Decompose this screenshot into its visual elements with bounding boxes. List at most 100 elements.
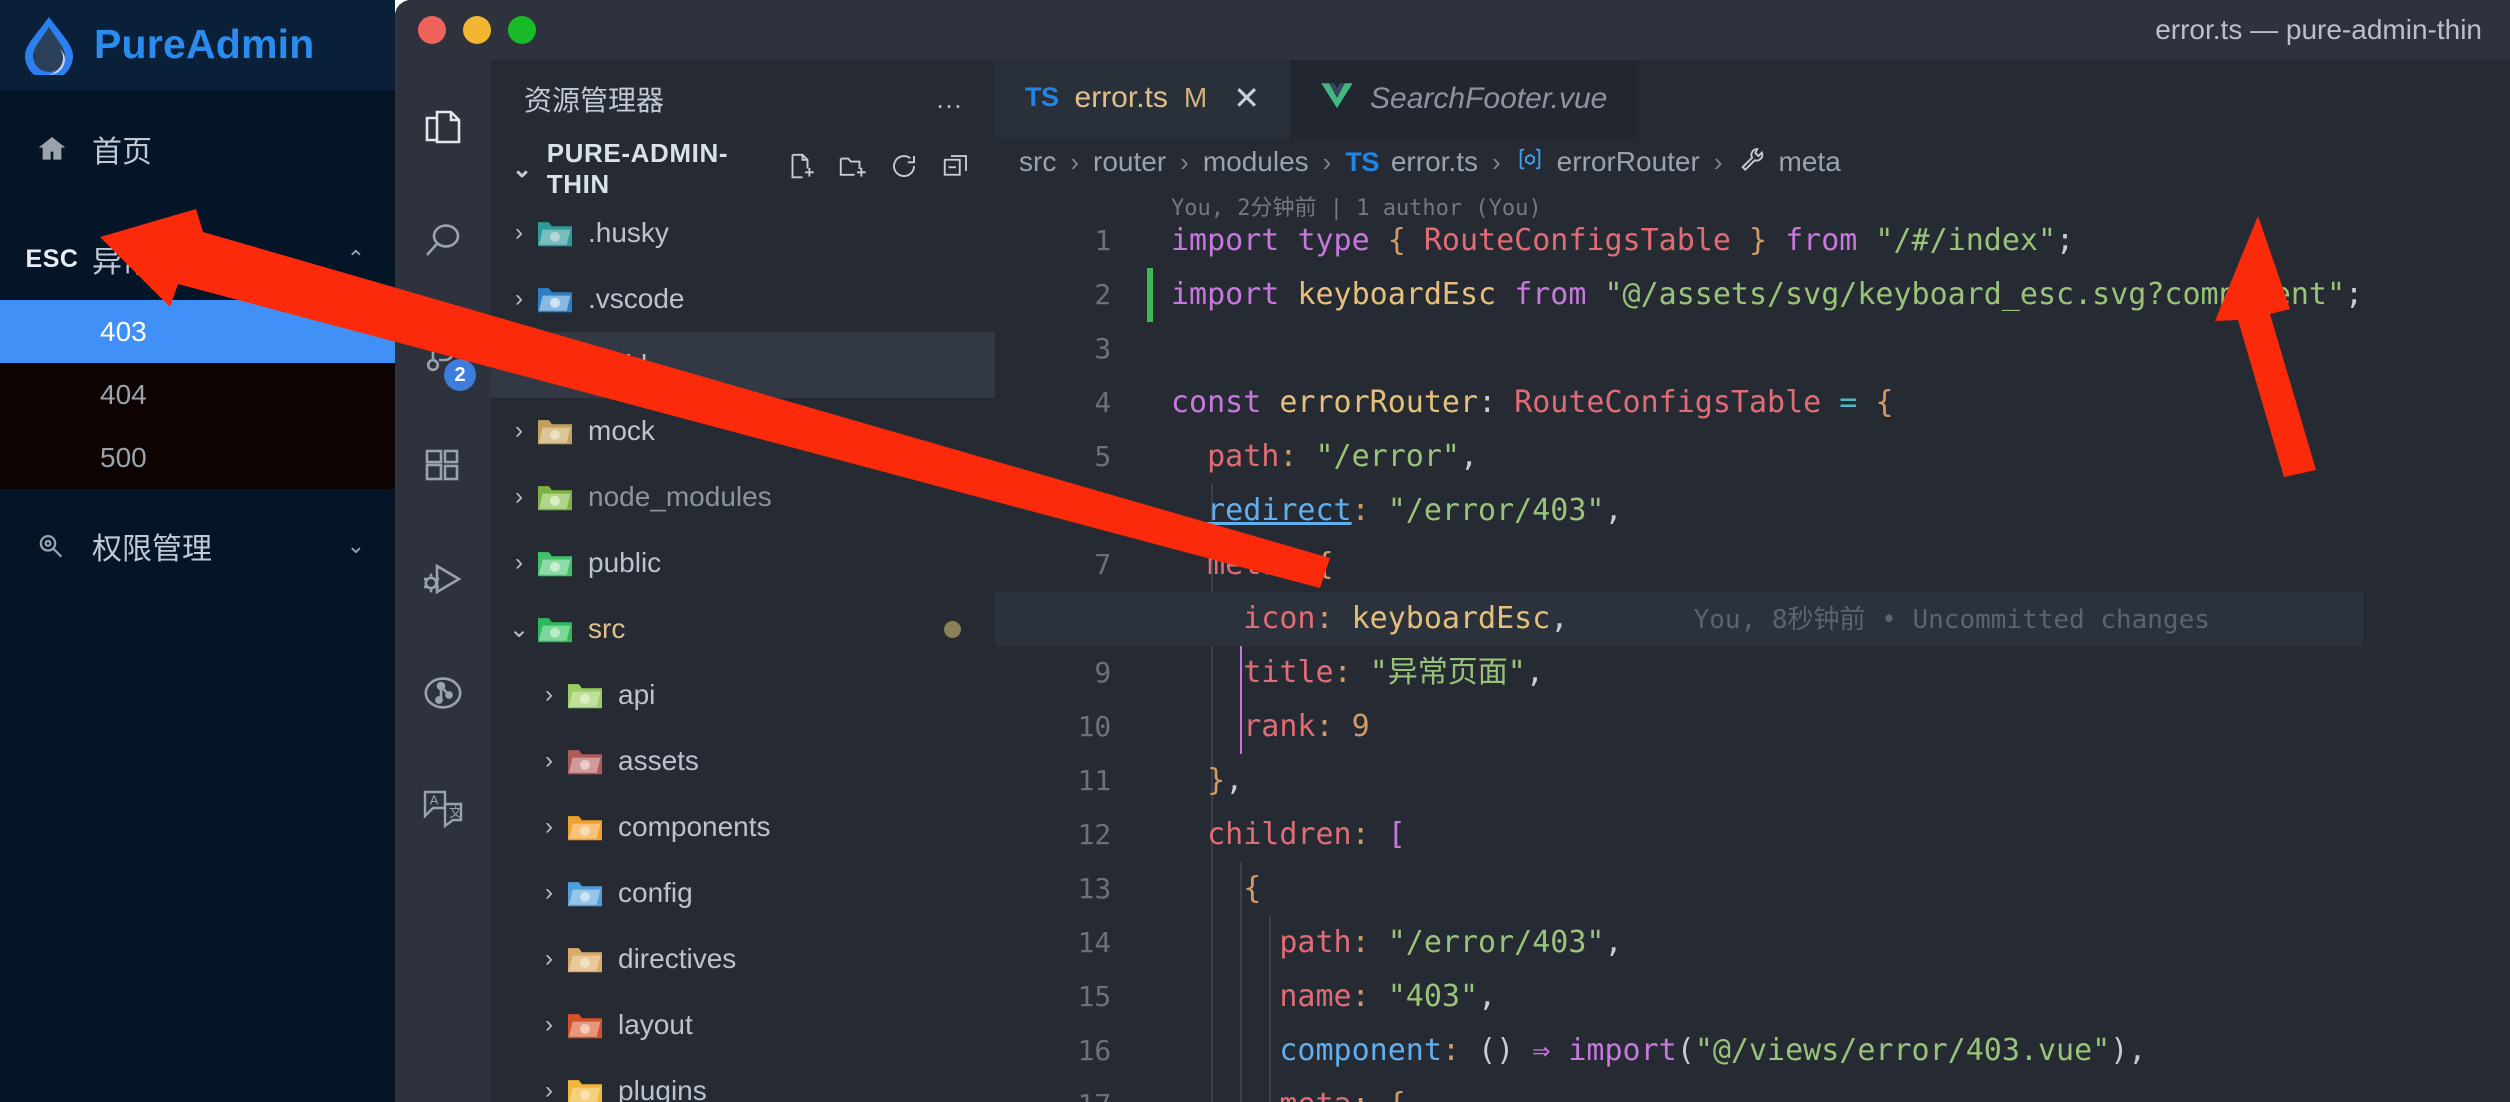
build-folder-icon bbox=[536, 348, 574, 382]
tree-row[interactable]: › api bbox=[490, 662, 995, 728]
activity-explorer-button[interactable] bbox=[395, 74, 490, 187]
tab-modified-badge: M bbox=[1183, 81, 1208, 113]
tree-row[interactable]: › layout bbox=[490, 992, 995, 1058]
chevron-right-icon[interactable]: › bbox=[502, 483, 536, 511]
tree-row-label: layout bbox=[618, 1009, 693, 1040]
chevron-right-icon[interactable]: › bbox=[502, 219, 536, 247]
tree-row[interactable]: › node_modules bbox=[490, 464, 995, 530]
editor-tabs: TS error.ts M ✕ SearchFooter.vue bbox=[995, 60, 2510, 138]
symbol-property-icon bbox=[1737, 145, 1767, 180]
source-control-badge: 2 bbox=[444, 359, 476, 391]
breadcrumb-item-meta[interactable]: meta bbox=[1779, 146, 1841, 178]
close-window-button[interactable] bbox=[418, 16, 446, 44]
tree-row[interactable]: › .husky bbox=[490, 200, 995, 266]
chevron-right-icon[interactable]: › bbox=[502, 417, 536, 445]
chevron-right-icon[interactable]: › bbox=[532, 747, 566, 775]
sidebar-item-404[interactable]: 404 bbox=[0, 363, 395, 426]
chevron-down-icon[interactable]: ⌄ bbox=[347, 533, 365, 559]
sidebar-item-home[interactable]: 首页 bbox=[0, 108, 395, 190]
sidebar-group-error-pages[interactable]: ESC 异常页面 ⌃ bbox=[0, 218, 395, 300]
file-tree: › .husky › .vscode › build › mock › node_modules ›… bbox=[490, 200, 995, 1102]
activity-run-debug-button[interactable] bbox=[395, 526, 490, 639]
tree-row[interactable]: › public bbox=[490, 530, 995, 596]
public-folder-icon bbox=[536, 546, 574, 580]
refresh-icon[interactable] bbox=[889, 151, 919, 188]
chevron-right-icon[interactable]: › bbox=[532, 945, 566, 973]
husky-folder-icon bbox=[536, 216, 574, 250]
tree-row[interactable]: › components bbox=[490, 794, 995, 860]
chevron-right-icon[interactable]: › bbox=[502, 549, 536, 577]
sidebar-item-404-label: 404 bbox=[100, 378, 147, 410]
tree-row-label: .husky bbox=[588, 217, 669, 248]
activity-i18n-button[interactable]: A 文 bbox=[395, 752, 490, 865]
chevron-right-icon[interactable]: › bbox=[532, 1011, 566, 1039]
pureadmin-logo-icon bbox=[22, 15, 76, 80]
sidebar-submenu-error-pages: 403 404 500 bbox=[0, 300, 395, 489]
tab-error-ts[interactable]: TS error.ts M ✕ bbox=[995, 60, 1291, 138]
git-modified-dot bbox=[944, 620, 961, 638]
app-sidebar: PureAdmin 首页 ESC 异常页面 ⌃ 403 404 500 权限管理… bbox=[0, 0, 395, 1102]
node-folder-icon bbox=[536, 480, 574, 514]
tree-row-label: mock bbox=[588, 415, 655, 446]
app-logo-text: PureAdmin bbox=[94, 21, 315, 67]
breadcrumb-item-router[interactable]: router bbox=[1093, 146, 1166, 178]
new-folder-icon[interactable] bbox=[837, 151, 867, 188]
code-content[interactable]: import type { RouteConfigsTable } from "… bbox=[995, 214, 2364, 1102]
breadcrumb-item-src[interactable]: src bbox=[1019, 146, 1056, 178]
explorer-more-icon[interactable]: … bbox=[935, 83, 967, 115]
chevron-right-icon[interactable]: › bbox=[532, 681, 566, 709]
tree-row[interactable]: › build bbox=[490, 332, 995, 398]
breadcrumb-item-modules[interactable]: modules bbox=[1203, 146, 1309, 178]
svg-text:A: A bbox=[429, 792, 438, 807]
close-icon[interactable]: ✕ bbox=[1233, 79, 1260, 117]
tree-row[interactable]: ⌄ src bbox=[490, 596, 995, 662]
app-logo-bar[interactable]: PureAdmin bbox=[0, 0, 395, 90]
ts-file-icon: TS bbox=[1025, 82, 1059, 112]
sidebar-item-500[interactable]: 500 bbox=[0, 426, 395, 489]
chevron-right-icon[interactable]: › bbox=[502, 285, 536, 313]
activity-testing-button[interactable] bbox=[395, 639, 490, 752]
explorer-header: 资源管理器 … bbox=[490, 60, 995, 138]
breadcrumb-item-error-ts[interactable]: error.ts bbox=[1391, 146, 1478, 178]
components-folder-icon bbox=[566, 810, 604, 844]
breadcrumb-separator-icon: › bbox=[1713, 146, 1723, 177]
sidebar-item-403[interactable]: 403 bbox=[0, 300, 395, 363]
api-folder-icon bbox=[566, 678, 604, 712]
chevron-down-icon[interactable]: ⌄ bbox=[512, 155, 533, 184]
chevron-down-icon[interactable]: ⌄ bbox=[502, 615, 536, 644]
breadcrumb-item-errorrouter[interactable]: errorRouter bbox=[1557, 146, 1700, 178]
tree-row[interactable]: › config bbox=[490, 860, 995, 926]
chevron-right-icon[interactable]: › bbox=[532, 879, 566, 907]
explorer-panel: 资源管理器 … ⌄ PURE-ADMIN-THIN › .husky › .vs… bbox=[490, 60, 995, 1102]
activity-search-button[interactable] bbox=[395, 187, 490, 300]
collapse-all-icon[interactable] bbox=[941, 151, 971, 188]
tree-row-label: api bbox=[618, 679, 656, 710]
code-editor[interactable]: You, 2分钟前 | 1 author (You) 1 2 3 4 5 6 7… bbox=[995, 186, 2510, 1102]
i18n-icon: A 文 bbox=[419, 782, 467, 835]
activity-source-control-button[interactable]: 2 bbox=[395, 300, 490, 413]
assets-folder-icon bbox=[566, 744, 604, 778]
tree-row[interactable]: › plugins bbox=[490, 1058, 995, 1102]
activity-extensions-button[interactable] bbox=[395, 413, 490, 526]
minimize-window-button[interactable] bbox=[463, 16, 491, 44]
tree-row[interactable]: › assets bbox=[490, 728, 995, 794]
editor-area: TS error.ts M ✕ SearchFooter.vue src › r… bbox=[995, 60, 2510, 1102]
tab-searchfooter-vue[interactable]: SearchFooter.vue bbox=[1290, 60, 1638, 138]
window-traffic-lights bbox=[395, 16, 536, 44]
chevron-right-icon[interactable]: › bbox=[502, 351, 536, 379]
vscode-folder-icon bbox=[536, 282, 574, 316]
maximize-window-button[interactable] bbox=[508, 16, 536, 44]
testing-icon bbox=[419, 669, 467, 722]
chevron-right-icon[interactable]: › bbox=[532, 813, 566, 841]
sidebar-group-error-pages-label: 异常页面 bbox=[92, 246, 212, 279]
new-file-icon[interactable] bbox=[785, 151, 815, 188]
mock-folder-icon bbox=[536, 414, 574, 448]
tree-root-row[interactable]: ⌄ PURE-ADMIN-THIN bbox=[490, 138, 995, 200]
tree-row[interactable]: › directives bbox=[490, 926, 995, 992]
sidebar-group-permission[interactable]: 权限管理 ⌄ bbox=[0, 505, 395, 587]
tree-row[interactable]: › mock bbox=[490, 398, 995, 464]
chevron-up-icon[interactable]: ⌃ bbox=[347, 246, 365, 272]
explorer-title: 资源管理器 bbox=[524, 85, 665, 116]
chevron-right-icon[interactable]: › bbox=[532, 1077, 566, 1102]
tree-row[interactable]: › .vscode bbox=[490, 266, 995, 332]
